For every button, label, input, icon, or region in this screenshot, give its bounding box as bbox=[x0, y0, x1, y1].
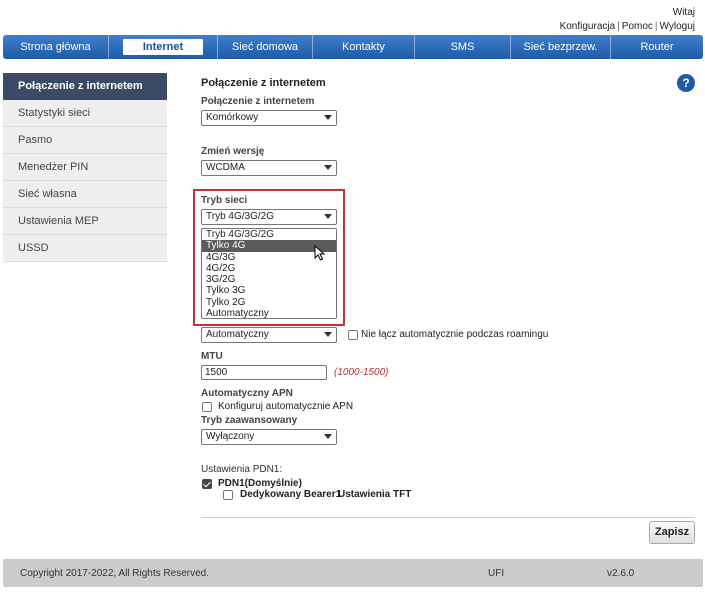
main-navbar: Strona główna Internet Sieć domowa Konta… bbox=[3, 35, 703, 59]
sidebar-item-band[interactable]: Pasmo bbox=[3, 127, 167, 154]
divider bbox=[201, 517, 695, 518]
mtu-label: MTU bbox=[201, 351, 223, 362]
chevron-down-icon bbox=[324, 115, 332, 120]
config-link[interactable]: Konfiguracja bbox=[560, 21, 616, 32]
apn-label: Automatyczny APN bbox=[201, 388, 293, 399]
version-select-value: WCDMA bbox=[206, 162, 245, 173]
connection-select-value: Komórkowy bbox=[206, 112, 259, 123]
version-select[interactable]: WCDMA bbox=[201, 160, 337, 176]
apn-checkbox-label: Konfiguruj automatycznie APN bbox=[218, 401, 354, 412]
tab-wireless[interactable]: Sieć bezprzew. bbox=[511, 35, 611, 59]
copyright-text: Copyright 2017-2022, All Rights Reserved… bbox=[20, 568, 209, 579]
apn-checkbox[interactable] bbox=[202, 402, 212, 412]
mouse-pointer-icon bbox=[314, 245, 326, 261]
mtu-range-hint: (1000-1500) bbox=[334, 367, 389, 378]
connect-mode-select[interactable]: Automatyczny bbox=[201, 327, 337, 343]
tab-home-network[interactable]: Sieć domowa bbox=[217, 35, 313, 59]
roaming-checkbox-label: Nie łącz automatycznie podczas roamingu bbox=[361, 329, 549, 340]
tab-internet[interactable]: Internet bbox=[123, 39, 203, 55]
pdn-default-checkbox[interactable] bbox=[202, 479, 212, 489]
sidebar-item-network-stats[interactable]: Statystyki sieci bbox=[3, 100, 167, 127]
pdn-settings-label: Ustawienia PDN1: bbox=[201, 464, 283, 475]
sidebar-item-own-network[interactable]: Sieć własna bbox=[3, 181, 167, 208]
network-mode-option[interactable]: 3G/2G bbox=[202, 274, 336, 285]
version-label: Zmień wersję bbox=[201, 146, 265, 157]
sidebar-item-pin-manager[interactable]: Menedżer PIN bbox=[3, 154, 167, 181]
page-title: Połączenie z internetem bbox=[201, 77, 326, 89]
network-mode-option[interactable]: Tylko 2G bbox=[202, 297, 336, 308]
tab-sms[interactable]: SMS bbox=[415, 35, 511, 59]
tab-home[interactable]: Strona główna bbox=[3, 35, 109, 59]
tab-contacts[interactable]: Kontakty bbox=[313, 35, 415, 59]
chevron-down-icon bbox=[324, 165, 332, 170]
roaming-checkbox[interactable] bbox=[348, 330, 358, 340]
network-mode-dropdown-list: Tryb 4G/3G/2G Tylko 4G 4G/3G 4G/2G 3G/2G… bbox=[201, 228, 337, 319]
advanced-mode-select-value: Wyłączony bbox=[206, 431, 255, 442]
connection-label: Połączenie z internetem bbox=[201, 96, 315, 107]
mtu-input[interactable]: 1500 bbox=[201, 365, 327, 380]
greeting-text: Witaj bbox=[672, 7, 695, 18]
device-name-text: UFI bbox=[488, 568, 505, 579]
connect-mode-select-value: Automatyczny bbox=[206, 329, 269, 340]
chevron-down-icon bbox=[324, 332, 332, 337]
network-mode-option[interactable]: Tryb 4G/3G/2G bbox=[202, 229, 336, 240]
dedicated-bearer-label: Dedykowany Bearer1 bbox=[240, 489, 342, 500]
tft-settings-link[interactable]: Ustawienia TFT bbox=[338, 489, 411, 500]
network-mode-option[interactable]: 4G/2G bbox=[202, 263, 336, 274]
sidebar: Połączenie z internetem Statystyki sieci… bbox=[3, 73, 167, 262]
save-button[interactable]: Zapisz bbox=[649, 521, 695, 544]
network-mode-option[interactable]: Automatyczny bbox=[202, 308, 336, 319]
firmware-version-text: v2.6.0 bbox=[607, 568, 635, 579]
sidebar-item-ussd[interactable]: USSD bbox=[3, 235, 167, 262]
help-icon[interactable]: ? bbox=[677, 74, 695, 92]
chevron-down-icon bbox=[324, 434, 332, 439]
help-link[interactable]: Pomoc bbox=[622, 21, 653, 32]
connection-select[interactable]: Komórkowy bbox=[201, 110, 337, 126]
logout-link[interactable]: Wyloguj bbox=[660, 21, 695, 32]
network-mode-option[interactable]: Tylko 3G bbox=[202, 285, 336, 296]
sidebar-item-mep-settings[interactable]: Ustawienia MEP bbox=[3, 208, 167, 235]
sidebar-item-internet-connection[interactable]: Połączenie z internetem bbox=[3, 73, 167, 100]
top-links: Witaj Konfiguracja | Pomoc | Wyloguj bbox=[559, 7, 695, 32]
dedicated-bearer-checkbox[interactable] bbox=[223, 490, 233, 500]
tab-router[interactable]: Router bbox=[611, 35, 703, 59]
pdn-default-label: PDN1(Domyślnie) bbox=[218, 478, 302, 489]
footer: Copyright 2017-2022, All Rights Reserved… bbox=[3, 559, 703, 587]
advanced-mode-label: Tryb zaawansowany bbox=[201, 415, 298, 426]
advanced-mode-select[interactable]: Wyłączony bbox=[201, 429, 337, 445]
